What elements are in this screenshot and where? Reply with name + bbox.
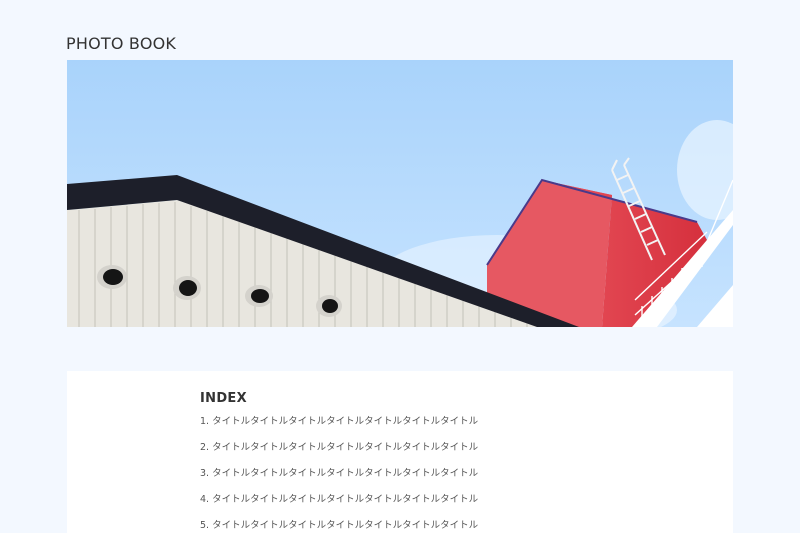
hero-photo (67, 60, 733, 327)
index-item-link[interactable]: 4. タイトルタイトルタイトルタイトルタイトルタイトルタイトル (200, 494, 478, 505)
index-item-title: タイトルタイトルタイトルタイトルタイトルタイトルタイトル (212, 494, 479, 505)
index-item-number: 5. (200, 520, 210, 531)
index-item-title: タイトルタイトルタイトルタイトルタイトルタイトルタイトル (212, 416, 479, 427)
index-item[interactable]: 3. タイトルタイトルタイトルタイトルタイトルタイトルタイトル (200, 467, 478, 493)
index-item-title: タイトルタイトルタイトルタイトルタイトルタイトルタイトル (212, 442, 479, 453)
index-item[interactable]: 2. タイトルタイトルタイトルタイトルタイトルタイトルタイトル (200, 441, 478, 467)
site-title[interactable]: PHOTO BOOK (66, 34, 176, 53)
index-item-title: タイトルタイトルタイトルタイトルタイトルタイトルタイトル (212, 520, 479, 531)
hero-photo-illustration (67, 60, 733, 327)
index-item-number: 2. (200, 442, 210, 453)
index-section: INDEX 1. タイトルタイトルタイトルタイトルタイトルタイトルタイトル 2.… (67, 371, 733, 533)
index-item[interactable]: 1. タイトルタイトルタイトルタイトルタイトルタイトルタイトル (200, 415, 478, 441)
index-item[interactable]: 4. タイトルタイトルタイトルタイトルタイトルタイトルタイトル (200, 493, 478, 519)
index-heading: INDEX (200, 391, 247, 406)
index-item[interactable]: 5. タイトルタイトルタイトルタイトルタイトルタイトルタイトル (200, 519, 478, 533)
index-item-title: タイトルタイトルタイトルタイトルタイトルタイトルタイトル (212, 468, 479, 479)
index-item-number: 3. (200, 468, 210, 479)
index-item-link[interactable]: 2. タイトルタイトルタイトルタイトルタイトルタイトルタイトル (200, 442, 478, 453)
index-item-link[interactable]: 3. タイトルタイトルタイトルタイトルタイトルタイトルタイトル (200, 468, 478, 479)
page: PHOTO BOOK INDEX 1. タイトルタイトルタイトルタイトルタイトル… (0, 0, 800, 533)
index-item-number: 4. (200, 494, 210, 505)
index-list: 1. タイトルタイトルタイトルタイトルタイトルタイトルタイトル 2. タイトルタ… (200, 415, 478, 533)
index-item-link[interactable]: 1. タイトルタイトルタイトルタイトルタイトルタイトルタイトル (200, 416, 478, 427)
index-item-number: 1. (200, 416, 210, 427)
index-item-link[interactable]: 5. タイトルタイトルタイトルタイトルタイトルタイトルタイトル (200, 520, 478, 531)
